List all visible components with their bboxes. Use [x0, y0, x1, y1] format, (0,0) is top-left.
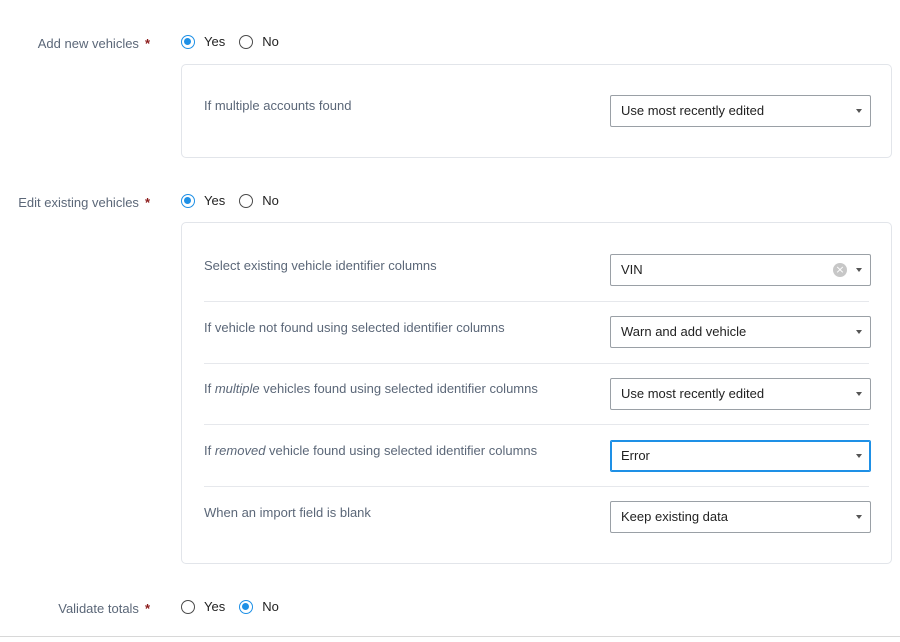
- validate-totals-yes-radio[interactable]: Yes: [181, 599, 225, 614]
- validate-totals-radio-group: Yes No: [181, 599, 293, 614]
- chevron-down-icon: [856, 109, 862, 113]
- edit-existing-vehicles-panel: Select existing vehicle identifier colum…: [181, 222, 892, 564]
- add-new-vehicles-radio-group: Yes No: [181, 34, 293, 49]
- required-marker: *: [144, 601, 150, 616]
- required-marker: *: [144, 36, 150, 51]
- removed-vehicle-select[interactable]: Error: [610, 440, 871, 472]
- add-new-vehicles-yes-radio[interactable]: Yes: [181, 34, 225, 49]
- multiple-vehicles-label: If multiple vehicles found using selecte…: [204, 381, 538, 396]
- clear-icon[interactable]: ×: [833, 263, 847, 277]
- multiple-vehicles-select[interactable]: Use most recently edited: [610, 378, 871, 410]
- edit-existing-vehicles-label: Edit existing vehicles *: [18, 195, 150, 210]
- radio-unchecked-icon: [239, 193, 254, 208]
- chevron-down-icon: [856, 515, 862, 519]
- vehicle-not-found-label: If vehicle not found using selected iden…: [204, 320, 505, 335]
- blank-field-select[interactable]: Keep existing data: [610, 501, 871, 533]
- blank-field-label: When an import field is blank: [204, 505, 371, 520]
- add-new-vehicles-no-radio[interactable]: No: [239, 34, 279, 49]
- radio-unchecked-icon: [239, 34, 254, 49]
- chevron-down-icon: [856, 268, 862, 272]
- required-marker: *: [144, 195, 150, 210]
- chevron-down-icon: [856, 330, 862, 334]
- chevron-down-icon: [856, 454, 862, 458]
- identifier-columns-label: Select existing vehicle identifier colum…: [204, 258, 437, 273]
- validate-totals-no-radio[interactable]: No: [239, 599, 279, 614]
- edit-existing-vehicles-radio-group: Yes No: [181, 193, 293, 208]
- divider: [204, 301, 869, 302]
- radio-checked-icon: [239, 599, 254, 614]
- radio-checked-icon: [181, 34, 195, 49]
- add-new-vehicles-panel: If multiple accounts found Use most rece…: [181, 64, 892, 158]
- multiple-accounts-label: If multiple accounts found: [204, 98, 352, 113]
- removed-vehicle-label: If removed vehicle found using selected …: [204, 443, 538, 458]
- chevron-down-icon: [856, 392, 862, 396]
- edit-existing-vehicles-no-radio[interactable]: No: [239, 193, 279, 208]
- divider: [204, 424, 869, 425]
- multiple-accounts-select[interactable]: Use most recently edited: [610, 95, 871, 127]
- vehicle-not-found-select[interactable]: Warn and add vehicle: [610, 316, 871, 348]
- radio-unchecked-icon: [181, 599, 195, 614]
- bottom-divider: [0, 636, 900, 642]
- divider: [204, 486, 869, 487]
- divider: [204, 363, 869, 364]
- radio-checked-icon: [181, 193, 195, 208]
- identifier-columns-select[interactable]: VIN ×: [610, 254, 871, 286]
- validate-totals-label: Validate totals *: [58, 601, 150, 616]
- edit-existing-vehicles-yes-radio[interactable]: Yes: [181, 193, 225, 208]
- add-new-vehicles-label: Add new vehicles *: [37, 36, 150, 51]
